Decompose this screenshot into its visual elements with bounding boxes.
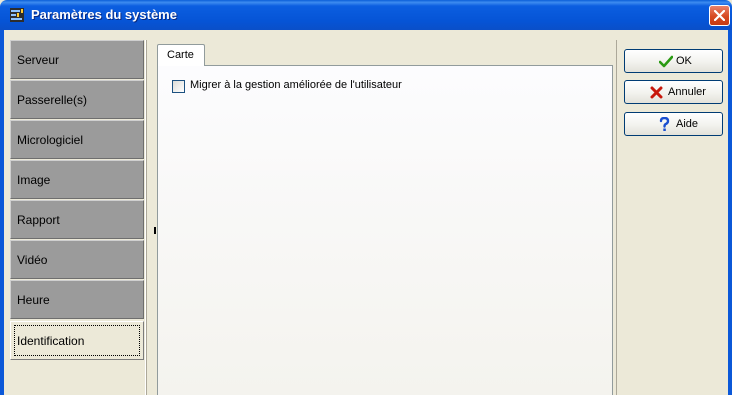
actions-divider xyxy=(616,40,617,395)
nav-item-serveur[interactable]: Serveur xyxy=(10,40,144,79)
nav-item-micrologiciel[interactable]: Micrologiciel xyxy=(10,120,144,159)
help-label: Aide xyxy=(676,118,699,130)
nav-item-rapport[interactable]: Rapport xyxy=(10,200,144,239)
nav-item-label: Rapport xyxy=(17,213,60,227)
nav-item-label: Vidéo xyxy=(17,253,48,267)
cancel-label: Annuler xyxy=(668,86,706,98)
nav-item-passerelles[interactable]: Passerelle(s) xyxy=(10,80,144,119)
nav-item-heure[interactable]: Heure xyxy=(10,280,144,319)
help-button[interactable]: Aide xyxy=(624,112,723,136)
window-frame-right xyxy=(728,30,732,395)
close-icon xyxy=(714,10,725,21)
close-button[interactable] xyxy=(709,5,730,26)
nav-item-label: Passerelle(s) xyxy=(17,93,88,107)
nav-item-label: Micrologiciel xyxy=(17,133,84,147)
x-icon xyxy=(650,86,663,99)
settings-app-icon xyxy=(9,7,25,23)
checkbox-label: Migrer à la gestion améliorée de l'utili… xyxy=(190,79,402,91)
ok-button[interactable]: OK xyxy=(624,49,723,73)
nav-item-label: Image xyxy=(17,173,51,187)
cancel-button[interactable]: Annuler xyxy=(624,80,723,104)
window-frame-left xyxy=(0,30,4,395)
nav-item-image[interactable]: Image xyxy=(10,160,144,199)
checkmark-icon xyxy=(659,55,673,68)
title-bar[interactable]: Paramètres du système xyxy=(0,0,732,30)
settings-nav: Serveur Passerelle(s) Micrologiciel Imag… xyxy=(10,40,146,395)
nav-item-identification[interactable]: Identification xyxy=(10,321,144,360)
tab-panel xyxy=(157,65,613,395)
nav-item-label: Heure xyxy=(17,293,50,307)
nav-item-label: Identification xyxy=(17,334,85,348)
migrate-user-management-checkbox[interactable] xyxy=(172,80,185,93)
ok-label: OK xyxy=(676,55,692,67)
nav-item-label: Serveur xyxy=(17,53,60,67)
splitter-handle[interactable] xyxy=(154,227,156,234)
question-icon xyxy=(659,117,670,131)
tab-label: Carte xyxy=(167,49,194,61)
nav-item-video[interactable]: Vidéo xyxy=(10,240,144,279)
window-title: Paramètres du système xyxy=(31,7,177,22)
nav-divider xyxy=(146,40,147,395)
tab-carte[interactable]: Carte xyxy=(157,44,205,66)
